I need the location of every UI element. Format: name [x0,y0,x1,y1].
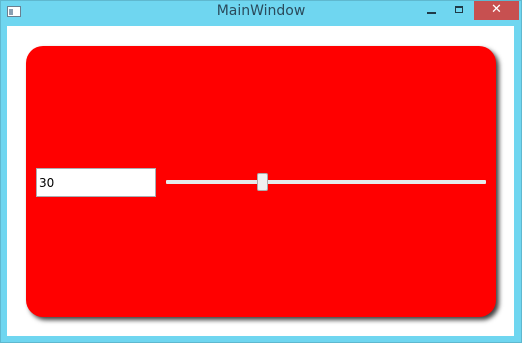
close-icon: ✕ [491,2,502,17]
value-textbox[interactable] [36,168,156,197]
red-rounded-panel [26,46,496,317]
minimize-button[interactable] [418,0,444,20]
slider-thumb[interactable] [257,173,268,191]
value-slider[interactable] [166,170,486,194]
minimize-icon [426,12,436,14]
main-window: MainWindow ✕ [0,0,522,343]
title-bar[interactable]: MainWindow ✕ [0,0,522,26]
client-area [7,26,514,336]
maximize-button[interactable] [446,0,472,20]
slider-track[interactable] [166,180,486,184]
close-button[interactable]: ✕ [474,0,519,20]
maximize-icon [455,5,463,13]
